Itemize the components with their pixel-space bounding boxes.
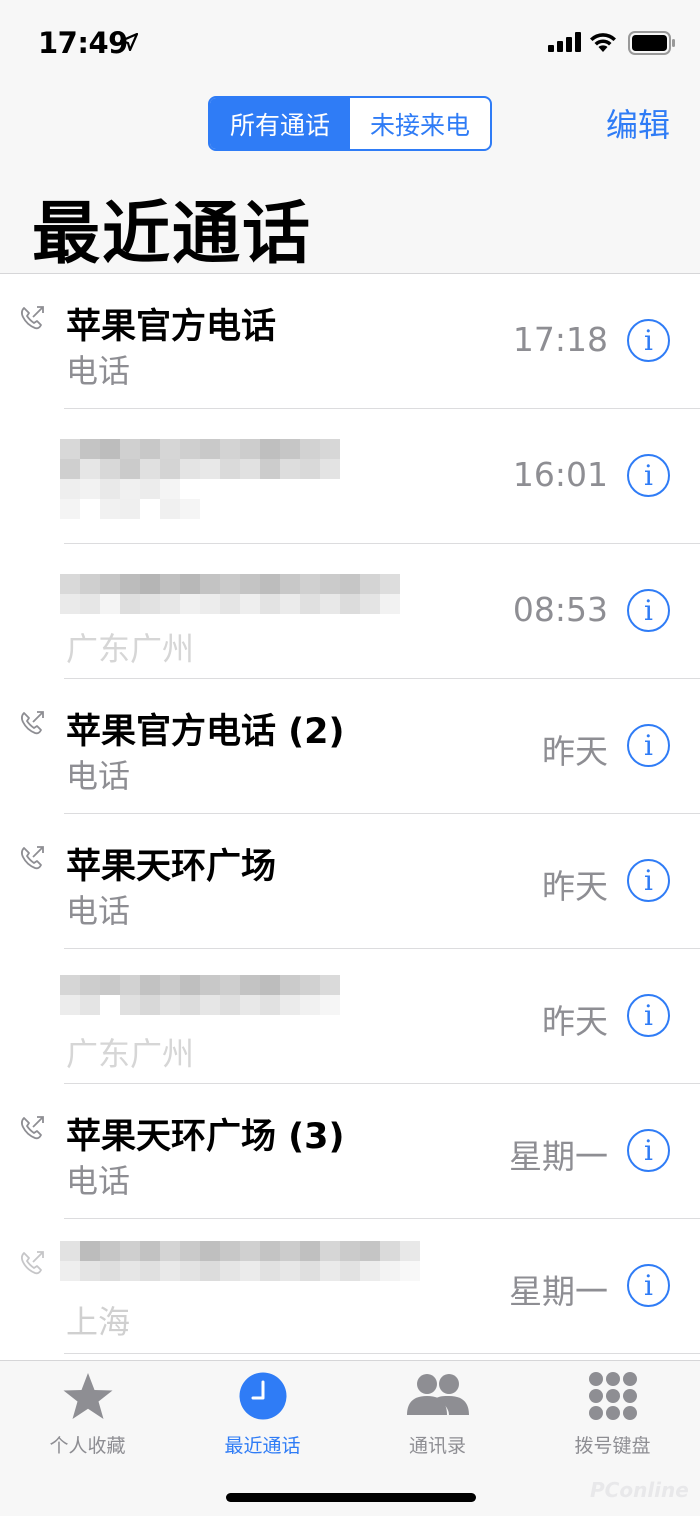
call-time: 昨天	[542, 732, 608, 771]
location-arrow-icon	[120, 33, 138, 51]
info-icon[interactable]: i	[627, 1129, 670, 1172]
info-icon[interactable]: i	[627, 1264, 670, 1307]
caller-subtitle: 电话	[66, 1162, 131, 1200]
call-time: 16:01	[512, 455, 608, 494]
tab-label: 通讯录	[408, 1435, 466, 1457]
call-time: 星期一	[509, 1137, 608, 1176]
caller-location: 广东广州	[66, 1035, 195, 1073]
info-icon[interactable]: i	[627, 994, 670, 1037]
call-row[interactable]: 苹果天环广场 电话 昨天 i	[0, 814, 700, 949]
caller-location: 广东广州	[66, 630, 195, 668]
call-row[interactable]: 广东广州 08:53 i	[0, 544, 700, 679]
home-indicator[interactable]	[226, 1493, 476, 1502]
recent-calls-list: 苹果官方电话 电话 17:18 i 16:01 i 广东广州 08:53 i 苹…	[0, 274, 700, 1354]
info-icon[interactable]: i	[627, 589, 670, 632]
info-icon[interactable]: i	[627, 454, 670, 497]
tab-label: 个人收藏	[49, 1435, 126, 1457]
outgoing-call-icon	[21, 846, 44, 870]
call-row[interactable]: 广东广州 昨天 i	[0, 949, 700, 1084]
redacted-caller-name	[60, 574, 400, 614]
redacted-caller-name	[60, 975, 340, 1015]
call-row[interactable]: 苹果官方电话 (2) 电话 昨天 i	[0, 679, 700, 814]
call-time: 17:18	[512, 320, 608, 359]
call-row[interactable]: 苹果天环广场 (3) 电话 星期一 i	[0, 1084, 700, 1219]
info-icon[interactable]: i	[627, 859, 670, 902]
tab-contacts[interactable]: 通讯录	[350, 1361, 525, 1461]
info-icon[interactable]: i	[627, 724, 670, 767]
tab-recents[interactable]: 最近通话	[175, 1361, 350, 1461]
caller-name: 苹果官方电话	[66, 307, 277, 347]
edit-button[interactable]: 编辑	[606, 100, 670, 146]
call-time: 星期一	[509, 1272, 608, 1311]
outgoing-call-icon	[21, 1251, 44, 1275]
caller-location: 上海	[66, 1303, 131, 1341]
outgoing-call-icon	[21, 306, 44, 330]
caller-subtitle: 电话	[66, 757, 131, 795]
call-time: 昨天	[542, 1002, 608, 1041]
caller-subtitle: 电话	[66, 892, 131, 930]
tab-label: 最近通话	[224, 1435, 301, 1457]
header: 17:49 所有通话 未接来电 编辑 最近通话	[0, 0, 700, 274]
segment-all-calls[interactable]: 所有通话	[210, 98, 350, 149]
call-time: 08:53	[512, 590, 608, 629]
watermark: PConline	[590, 1478, 689, 1502]
info-icon[interactable]: i	[627, 319, 670, 362]
signal-icon	[548, 32, 581, 52]
outgoing-call-icon	[21, 711, 44, 735]
clock-icon	[239, 1372, 286, 1420]
caller-subtitle: 电话	[66, 352, 131, 390]
call-filter-segmented-control: 所有通话 未接来电	[208, 96, 492, 151]
tab-keypad[interactable]: 拨号键盘	[525, 1361, 700, 1461]
call-time: 昨天	[542, 867, 608, 906]
call-row[interactable]: 16:01 i	[0, 409, 700, 544]
outgoing-call-icon	[21, 1116, 44, 1140]
caller-name: 苹果官方电话 (2)	[66, 712, 345, 752]
contacts-icon	[406, 1374, 469, 1415]
caller-name: 苹果天环广场 (3)	[66, 1117, 345, 1157]
star-icon	[63, 1373, 112, 1419]
redacted-caller-name	[60, 439, 340, 519]
wifi-icon	[590, 33, 616, 52]
tab-label: 拨号键盘	[574, 1435, 651, 1457]
status-time: 17:49	[38, 26, 128, 60]
caller-name: 苹果天环广场	[66, 847, 277, 887]
call-row[interactable]: 上海 星期一 i	[0, 1219, 700, 1354]
keypad-icon	[588, 1372, 637, 1420]
segment-missed-calls[interactable]: 未接来电	[350, 98, 490, 149]
call-row[interactable]: 苹果官方电话 电话 17:18 i	[0, 274, 700, 409]
tab-favorites[interactable]: 个人收藏	[0, 1361, 175, 1461]
battery-icon	[628, 31, 675, 55]
page-title: 最近通话	[32, 195, 313, 274]
redacted-caller-name	[60, 1241, 420, 1281]
